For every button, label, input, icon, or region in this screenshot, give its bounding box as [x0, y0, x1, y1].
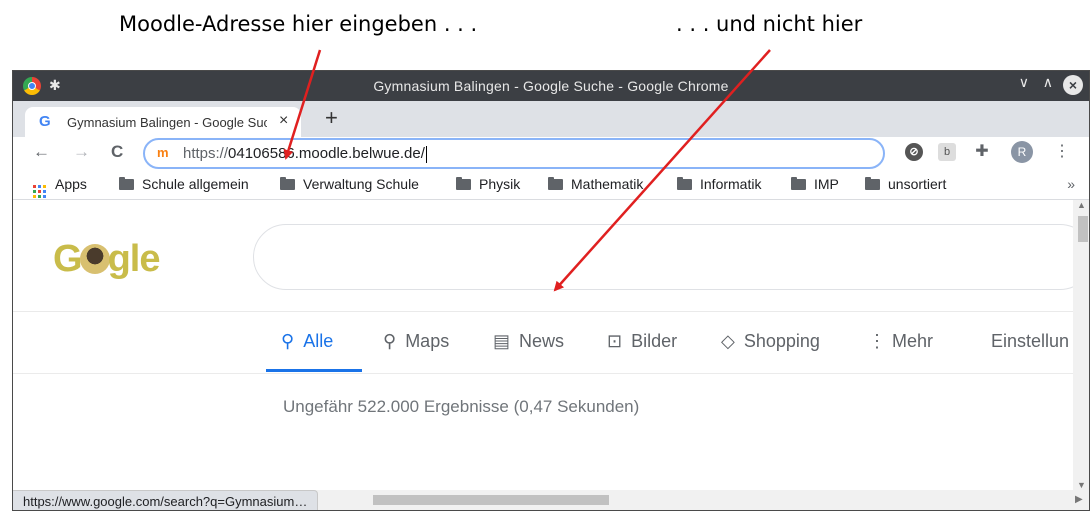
search-input[interactable] [253, 224, 1089, 290]
bookmarks-overflow-icon[interactable]: » [1067, 176, 1075, 192]
tab-news[interactable]: ▤ News [493, 331, 564, 352]
news-icon: ▤ [493, 331, 511, 351]
kebab-menu-icon[interactable]: ⋮ [1053, 143, 1071, 161]
tab-title: Gymnasium Balingen - Google Suche [67, 115, 267, 130]
extension-icon[interactable]: ⊘ [905, 143, 923, 161]
folder-icon [677, 177, 692, 190]
tab-close-icon[interactable]: × [279, 112, 288, 130]
browser-window: ✱ Gymnasium Balingen - Google Suche - Go… [12, 70, 1090, 511]
extension-b-icon[interactable]: b [938, 143, 956, 161]
scroll-down-icon[interactable]: ▼ [1077, 480, 1086, 490]
scroll-up-icon[interactable]: ▲ [1077, 200, 1086, 210]
tab-bilder[interactable]: ⊡ Bilder [607, 331, 677, 352]
divider [13, 373, 1073, 374]
divider [13, 311, 1073, 312]
bookmark-folder[interactable]: Informatik [677, 176, 761, 192]
scrollbar-thumb[interactable] [1078, 216, 1088, 242]
maximize-icon[interactable]: ∧ [1043, 74, 1053, 91]
status-bar: https://www.google.com/search?q=Gymnasiu… [13, 490, 319, 510]
titlebar: ✱ Gymnasium Balingen - Google Suche - Go… [13, 71, 1089, 101]
page-content: Ggle ⚲ Alle ⚲ Maps ▤ News ⊡ Bilder ◇ Shopping… [13, 200, 1089, 490]
window-title: Gymnasium Balingen - Google Suche - Goog… [373, 78, 729, 94]
scrollbar-thumb[interactable] [373, 495, 609, 505]
moodle-site-icon: m [157, 145, 169, 160]
toolbar: ← → C m https://04106586.moodle.belwue.d… [13, 137, 1089, 169]
minimize-icon[interactable]: ∨ [1019, 74, 1029, 91]
bookmark-folder[interactable]: Mathematik [548, 176, 643, 192]
new-tab-button[interactable]: + [325, 105, 338, 131]
reload-button[interactable]: C [111, 142, 123, 162]
back-button[interactable]: ← [33, 142, 50, 162]
tab-maps[interactable]: ⚲ Maps [383, 331, 449, 352]
folder-icon [280, 177, 295, 190]
url-protocol: https:// [183, 145, 229, 162]
address-url[interactable]: https://04106586.moodle.belwue.de/ [183, 145, 427, 163]
vertical-scrollbar[interactable]: ▲ ▼ [1073, 200, 1089, 490]
folder-icon [548, 177, 563, 190]
map-pin-icon: ⚲ [383, 331, 397, 351]
bookmark-folder[interactable]: Physik [456, 176, 520, 192]
close-window-icon[interactable]: × [1063, 75, 1083, 95]
folder-icon [791, 177, 806, 190]
url-host: 04106586.moodle.belwue.de/ [228, 145, 425, 162]
annotation-searchbox: . . . und nicht hier [676, 12, 863, 36]
tab-einstellungen[interactable]: Einstellun [991, 331, 1069, 352]
annotation-omnibox: Moodle-Adresse hier eingeben . . . [119, 12, 478, 36]
scroll-right-icon[interactable]: ▶ [1075, 494, 1083, 505]
result-stats: Ungefähr 522.000 Ergebnisse (0,47 Sekund… [283, 397, 640, 416]
text-caret [425, 145, 427, 163]
puzzle-icon[interactable]: ✚ [973, 143, 991, 161]
folder-icon [119, 177, 134, 190]
bookmark-folder[interactable]: Schule allgemein [119, 176, 249, 192]
tag-icon: ◇ [721, 331, 735, 351]
address-bar[interactable]: m https://04106586.moodle.belwue.de/ [143, 138, 885, 169]
browser-tab[interactable]: G Gymnasium Balingen - Google Suche × [25, 107, 301, 137]
tab-alle[interactable]: ⚲ Alle [281, 331, 333, 352]
apps-grid-icon [33, 185, 46, 198]
folder-icon [456, 177, 471, 190]
bookmark-folder[interactable]: Verwaltung Schule [280, 176, 419, 192]
tab-mehr[interactable]: ⋮ Mehr [868, 331, 933, 352]
profile-avatar[interactable]: R [1011, 141, 1033, 163]
bookmark-folder[interactable]: IMP [791, 176, 839, 192]
folder-icon [865, 177, 880, 190]
search-icon: ⚲ [281, 331, 295, 351]
active-tab-indicator [266, 369, 362, 372]
tab-strip: G Gymnasium Balingen - Google Suche × + [13, 101, 1089, 137]
tab-shopping[interactable]: ◇ Shopping [721, 331, 820, 352]
forward-button[interactable]: → [73, 142, 90, 162]
google-favicon-icon: G [39, 113, 51, 130]
doodle-portrait [79, 244, 110, 274]
bookmarks-bar: Apps Schule allgemein Verwaltung Schule … [13, 171, 1089, 200]
bookmark-folder[interactable]: unsortiert [865, 176, 946, 192]
bookmark-apps[interactable]: Apps [33, 176, 87, 198]
image-icon: ⊡ [607, 331, 623, 351]
google-doodle-logo[interactable]: Ggle [53, 238, 160, 281]
more-vertical-icon: ⋮ [868, 331, 886, 351]
